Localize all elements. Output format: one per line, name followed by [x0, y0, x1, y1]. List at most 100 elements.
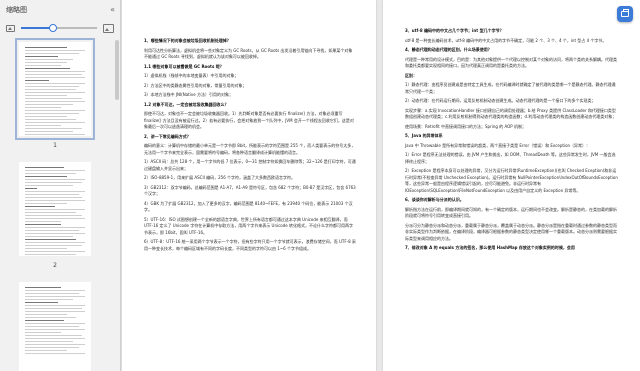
- collapse-sidebar-icon[interactable]: «: [110, 6, 115, 14]
- thumbnail-text-line: [25, 56, 58, 57]
- image-tool-button[interactable]: [617, 6, 633, 22]
- thumbnail-text-line: [25, 332, 61, 333]
- body-paragraph: 利用可达性分析算法，虚拟机会将一些对象定义为 GC Roots，从 GC Roo…: [144, 47, 353, 60]
- thumbnail-text-line: [25, 341, 73, 342]
- thumbnail-text-line: [25, 176, 67, 177]
- body-paragraph: 2）ISO-8859-1，用来扩展 ASCII 编码，256 个字符，涵盖了大多…: [144, 175, 296, 180]
- thumbnail-text-line: [25, 110, 85, 111]
- section-heading: 3、utf-8 编码中的中文占几个字节；int 型几个字节？: [405, 28, 504, 33]
- thumbnail-text-line: [25, 185, 73, 186]
- thumbnail-text-line: [25, 83, 85, 84]
- page-1-content: 1、哪些情况下的对象会被垃圾回收机制处理掉？ 利用可达性分析算法，虚拟机会将一些对…: [144, 38, 356, 252]
- thumbnail-text-line: [25, 287, 61, 288]
- document-page-1: 1、哪些情况下的对象会被垃圾回收机制处理掉？ 利用可达性分析算法，虚拟机会将一些对…: [122, 0, 376, 371]
- body-paragraph: 实现步骤：a.实现 InvocationHandler 接口创建自己的调用处理器…: [405, 107, 617, 120]
- thumbnail-text-line: [25, 323, 85, 324]
- thumbnail-text-line: [25, 113, 79, 114]
- thumbnail-zoom-toolbar: [0, 20, 120, 36]
- thumbnail-text-line: [25, 131, 73, 132]
- thumbnail-text-line: [25, 329, 85, 330]
- thumbnail-text-line: [25, 308, 82, 309]
- thumbnail-text-line: [25, 47, 67, 48]
- thumbnail-text-line: [25, 206, 55, 207]
- thumbnail-text-line: [25, 233, 85, 234]
- thumbnail-text-line: [25, 71, 85, 72]
- thumbnail-text-line: [25, 317, 76, 318]
- thumbnail-text-line: [25, 311, 85, 312]
- thumbnail-text-line: [25, 122, 85, 123]
- thumbnail-text-line: [25, 320, 64, 321]
- body-paragraph: 3）GB2312：双字节编码，总编码范围是 A1-A7，A1-A9 是符号区，包…: [144, 184, 356, 197]
- thumbnail-text-line: [25, 173, 76, 174]
- zoom-out-image-icon[interactable]: [6, 24, 15, 32]
- zoom-slider-handle[interactable]: [48, 24, 57, 32]
- thumbnail-text-line: [25, 218, 85, 219]
- thumbnail-text-line: [25, 59, 73, 60]
- thumbnail-text-line: [25, 104, 73, 105]
- thumbnail-text-line: [25, 200, 85, 201]
- thumbnail-text-line: [25, 221, 61, 222]
- body-paragraph: utf-8 是一种变长编码技术，utf-8 编码中的中文占用的字节不确定，可能 …: [405, 37, 607, 43]
- thumbnail-text-line: [25, 179, 85, 180]
- thumbnail-text-line: [25, 209, 85, 210]
- thumbnail-text-line: [25, 53, 79, 54]
- section-heading: 5、Java 的异常体系: [405, 133, 443, 138]
- thumbnail-text-line: [25, 194, 79, 195]
- page-thumbnail-1[interactable]: [15, 38, 95, 140]
- body-paragraph: Java 中 Throwable 是所有异常和错误的超类，两个直接子类是 Err…: [405, 142, 591, 148]
- thumbnail-text-line: [25, 197, 82, 198]
- body-paragraph: 2）Exception 是程序本身可以处理的异常，又分为运行时异常(Runtim…: [405, 168, 618, 193]
- page-number-1: 1: [53, 142, 57, 149]
- body-paragraph: 1）Error 是程序无法处理的错误，由 JVM 产生和抛出，如 OOM、Thr…: [405, 152, 616, 164]
- section-heading: 1.1 哪些对象可以被看做是 GC Roots 呢？: [144, 63, 224, 69]
- thumbnail-text-line: [25, 338, 85, 339]
- image-tool-icon: [621, 9, 629, 17]
- thumbnail-text-line: [25, 74, 82, 75]
- page-thumbnail-2[interactable]: [19, 162, 91, 256]
- thumbnail-text-line: [25, 170, 85, 171]
- thumbnail-text-line: [25, 239, 76, 240]
- section-heading: 2、讲一下常见编码方式？: [144, 133, 191, 139]
- thumbnail-text-line: [25, 77, 85, 78]
- body-paragraph: 即使不可达，对象也不一定会被垃圾收集器回收。1）先判断对象是否有必要执行 fin…: [144, 111, 354, 129]
- thumbnail-text-line: [25, 251, 85, 252]
- thumbnail-text-line: [25, 95, 67, 96]
- thumbnail-text-line: [25, 305, 85, 306]
- page-number-2: 2: [53, 262, 57, 269]
- zoom-in-image-icon[interactable]: [103, 23, 114, 33]
- thumbnail-text-line: [25, 203, 67, 204]
- thumbnail-text-line: [25, 353, 85, 354]
- thumbnail-text-line: [25, 101, 85, 102]
- thumbnail-text-line: [25, 116, 67, 117]
- thumbnail-sidebar: 缩略图 « 1 2: [0, 0, 121, 371]
- section-heading: 1、哪些情况下的对象会被垃圾回收机制处理掉？: [144, 38, 231, 43]
- thumbnail-text-line: [25, 227, 85, 228]
- body-paragraph: 解析指方法在运行前，即编译期间就可知的，有一个确定的版本，运行期间也不会改变。解…: [405, 206, 617, 219]
- body-paragraph: 6）UTF-8：UTF-16 统一采用两个字节表示一个字符，但有些字符只用一个字…: [144, 239, 356, 251]
- thumbnail-text-line: [25, 125, 61, 126]
- thumbnail-text-line: [25, 347, 79, 348]
- thumbnail-text-line: [25, 62, 67, 63]
- thumbnail-text-line: [25, 254, 76, 255]
- thumbnail-text-line: [25, 230, 79, 231]
- body-paragraph: 2）动态代理：在代码运行期间，运用反射机制动态创建生成。动态代理代理的是一个接口…: [405, 98, 596, 103]
- sidebar-scrollbar[interactable]: [115, 40, 119, 100]
- thumbnail-text-line: [25, 350, 67, 351]
- thumbnail-text-line: [25, 119, 76, 120]
- sidebar-title: 缩略图: [6, 6, 27, 14]
- thumbnail-text-line: [25, 188, 37, 189]
- thumbnail-text-line: [25, 326, 79, 327]
- body-paragraph: 使用场景：Retrofit 中直接调用接口的方法；Spring 的 AOP 机制…: [405, 123, 526, 129]
- page-2-content: 3、utf-8 编码中的中文占几个字节；int 型几个字节？ utf-8 是一种变…: [405, 28, 618, 252]
- body-paragraph: 1）虚拟机栈（栈帧中的本地变量表）中引用的对象；: [144, 73, 239, 78]
- thumbnail-text-line: [25, 65, 61, 66]
- zoom-slider[interactable]: [21, 24, 97, 32]
- thumbnail-text-line: [25, 296, 85, 297]
- thumbnail-text-line: [25, 86, 79, 87]
- thumbnail-text-line: [25, 68, 70, 69]
- thumbnail-text-line: [25, 107, 61, 108]
- page-thumbnail-3[interactable]: [19, 282, 91, 371]
- thumbnail-text-line: [25, 314, 67, 315]
- body-paragraph: 5）UTF-16：ISO 试图想创建一个全新的超语言字典，世界上所有语言都可通过…: [144, 216, 354, 235]
- section-heading: 6、谈谈你对解析与分派的认识。: [405, 197, 464, 202]
